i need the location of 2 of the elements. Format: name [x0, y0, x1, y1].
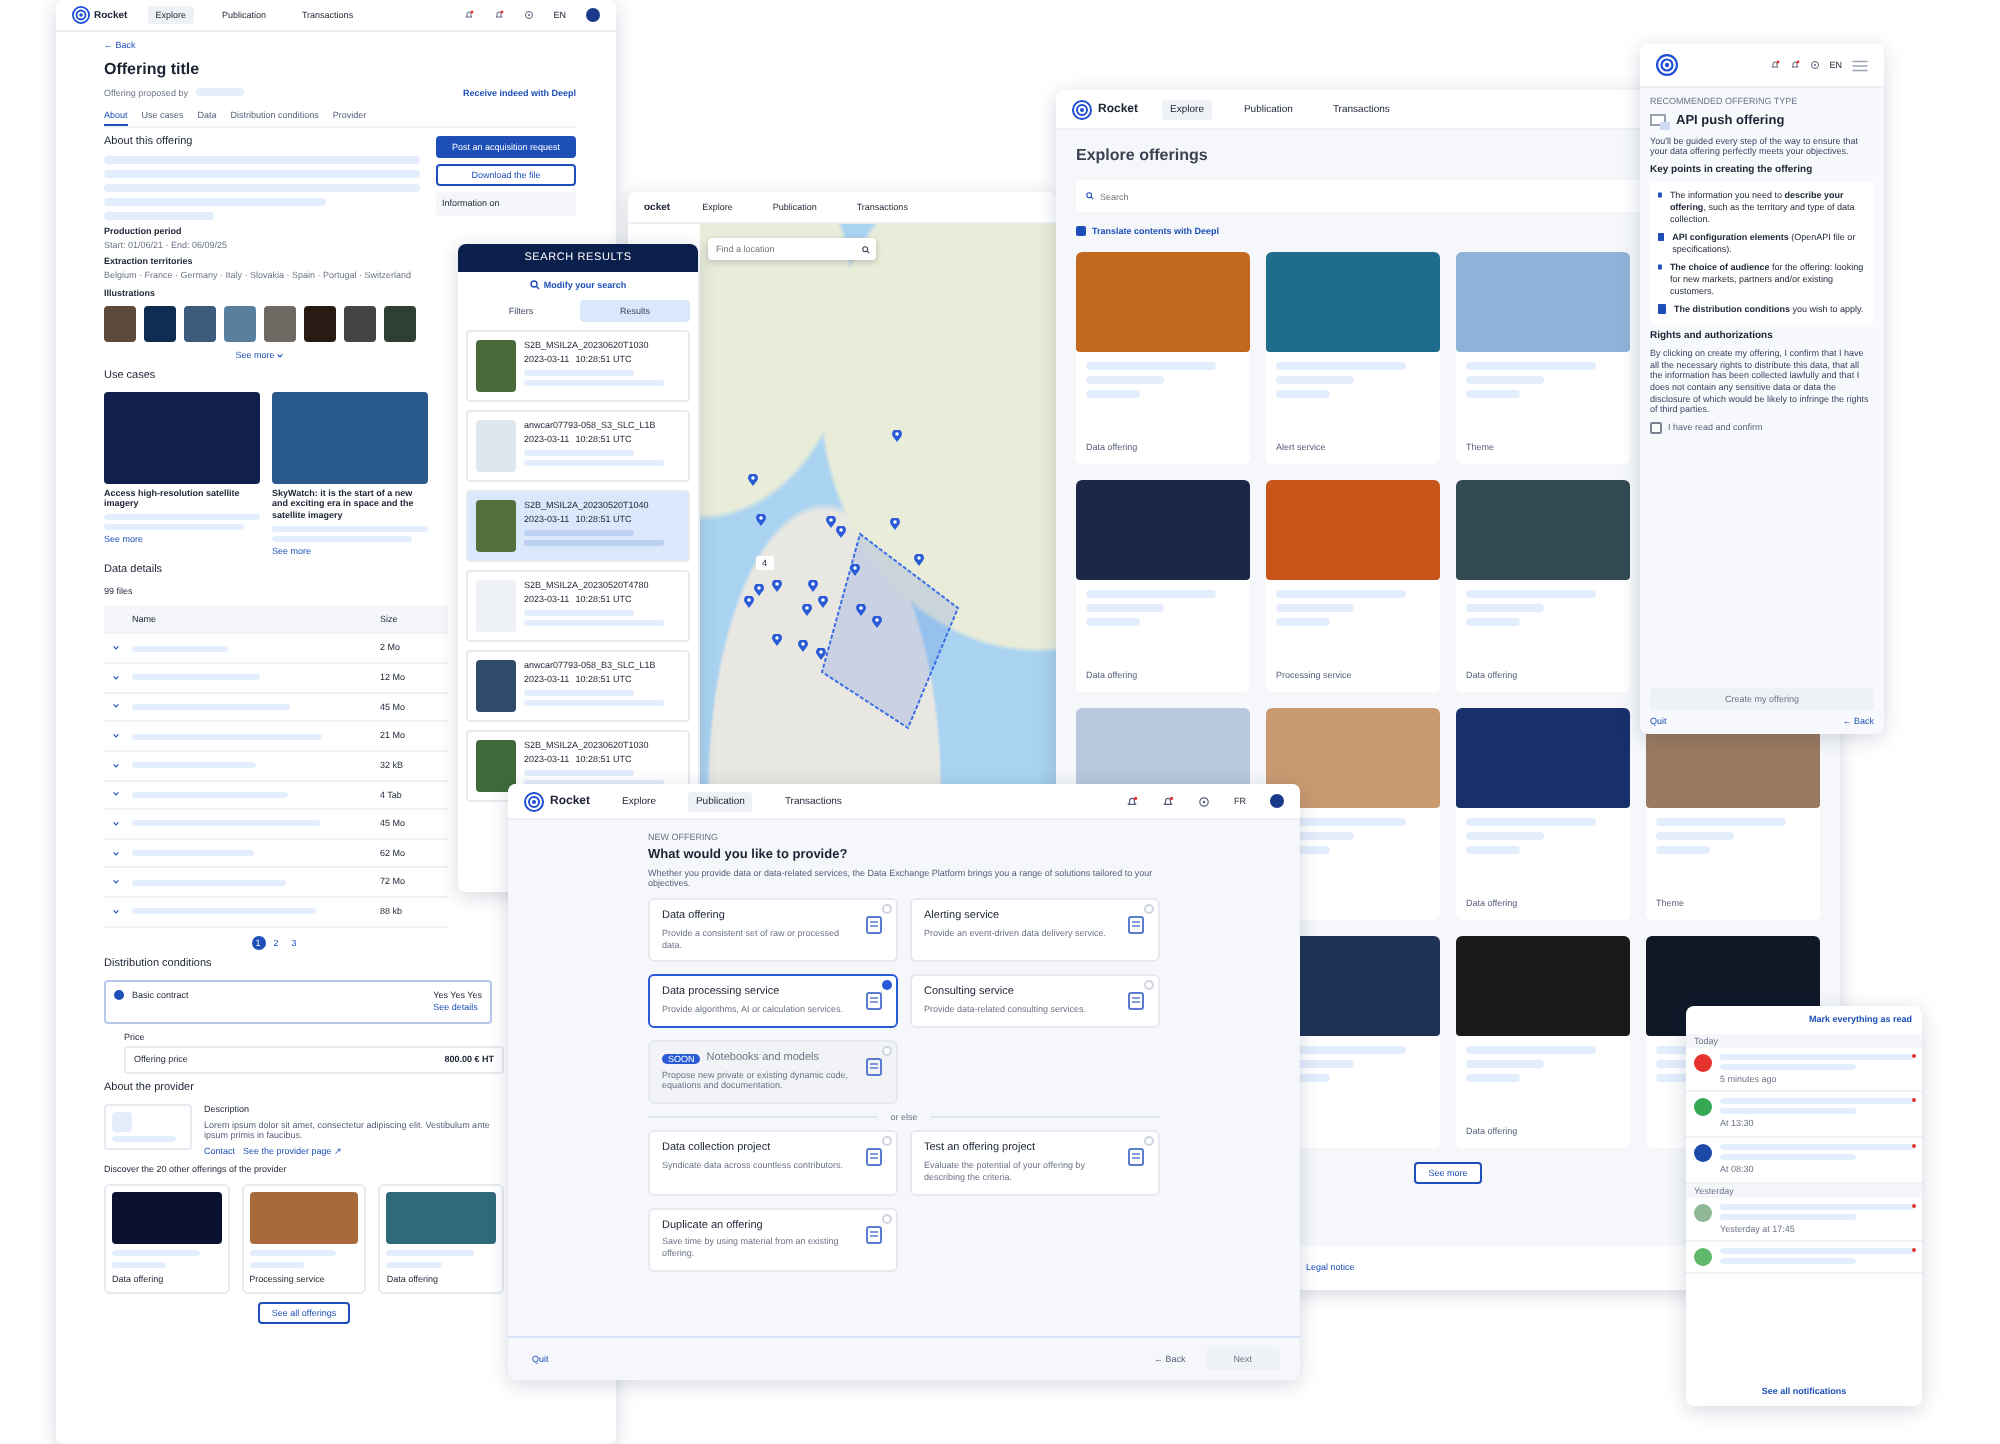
offering-title: Offering title	[104, 59, 200, 80]
page-title: Explore offerings	[1076, 146, 1208, 166]
